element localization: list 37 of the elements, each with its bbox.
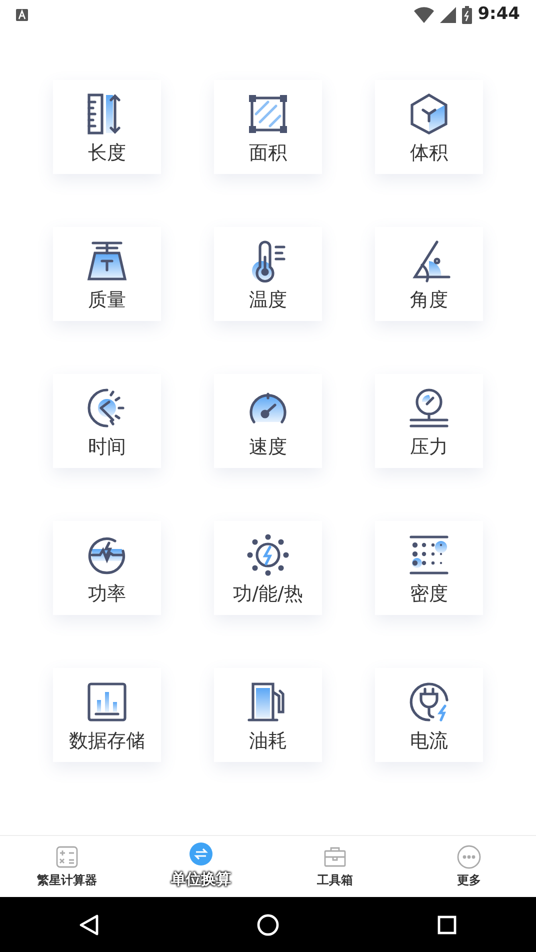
- plug-icon: [407, 680, 451, 724]
- battery-charging-icon: [462, 6, 472, 24]
- notification-icon: [16, 9, 28, 21]
- recent-apps-icon[interactable]: [437, 914, 457, 934]
- unit-card[interactable]: 密度: [375, 521, 483, 615]
- toolbox-icon: [323, 844, 347, 868]
- wifi-icon: [414, 7, 434, 23]
- unit-card[interactable]: 功/能/热: [214, 521, 322, 615]
- back-icon[interactable]: [79, 914, 99, 936]
- nav-tab[interactable]: 繁星计算器: [0, 836, 134, 897]
- unit-card[interactable]: 时间: [53, 374, 161, 468]
- sun-bolt-icon: [246, 532, 290, 576]
- nav-tab[interactable]: 单位换算: [134, 836, 268, 897]
- unit-card[interactable]: 油耗: [214, 668, 322, 762]
- unit-card[interactable]: 电流: [375, 668, 483, 762]
- swap-arrows-icon: [189, 842, 213, 866]
- unit-card[interactable]: 质量: [53, 227, 161, 321]
- unit-card[interactable]: 数据存储: [53, 668, 161, 762]
- dots-density-icon: [407, 532, 451, 576]
- more-dots-icon: [457, 844, 481, 868]
- unit-card[interactable]: 长度: [53, 80, 161, 174]
- nav-tab[interactable]: 更多: [402, 836, 536, 897]
- calculator-icon: [55, 844, 79, 868]
- nav-tab[interactable]: 工具箱: [268, 836, 402, 897]
- unit-card[interactable]: 温度: [214, 227, 322, 321]
- unit-card[interactable]: 角度: [375, 227, 483, 321]
- status-time: 9:44: [478, 3, 520, 26]
- unit-card[interactable]: 速度: [214, 374, 322, 468]
- bar-chart-icon: [85, 680, 129, 724]
- unit-card[interactable]: 体积: [375, 80, 483, 174]
- signal-icon: [440, 7, 456, 23]
- unit-card[interactable]: 功率: [53, 521, 161, 615]
- pressure-gauge-icon: [407, 386, 451, 430]
- home-icon[interactable]: [257, 914, 279, 936]
- weight-icon: [85, 238, 129, 282]
- unit-card[interactable]: 面积: [214, 80, 322, 174]
- unit-card[interactable]: 压力: [375, 374, 483, 468]
